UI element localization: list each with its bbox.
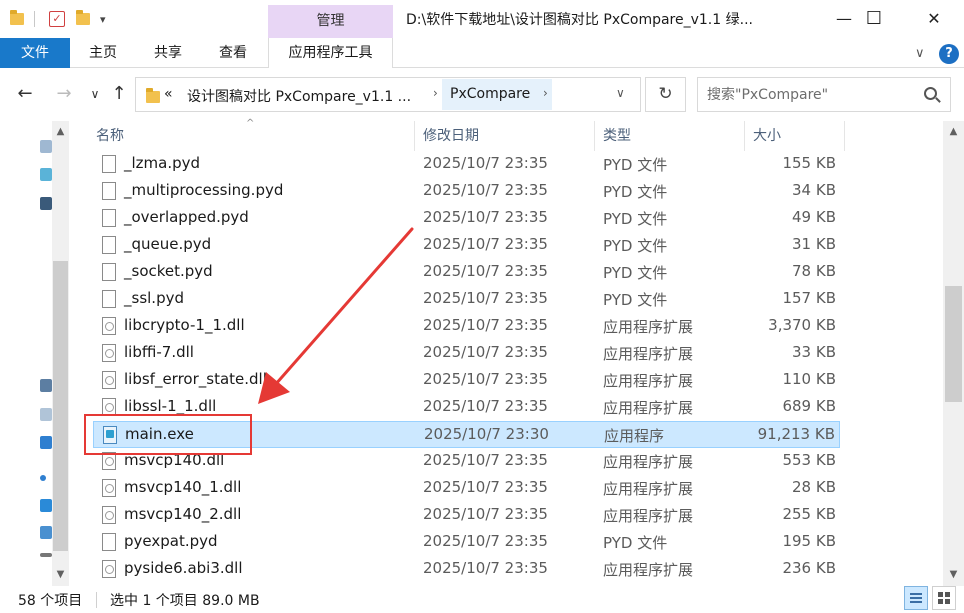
annotation-arrow — [258, 227, 414, 404]
large-icons-view-icon — [938, 592, 950, 604]
status-bar: 58 个项目 选中 1 个项目 89.0 MB — [0, 586, 964, 613]
details-view-icon — [910, 593, 922, 603]
large-icons-view-button[interactable] — [932, 586, 956, 610]
selection-info: 选中 1 个项目 89.0 MB — [110, 593, 260, 609]
details-view-button[interactable] — [904, 586, 928, 610]
item-count: 58 个项目 — [18, 593, 83, 609]
status-separator — [96, 592, 97, 608]
